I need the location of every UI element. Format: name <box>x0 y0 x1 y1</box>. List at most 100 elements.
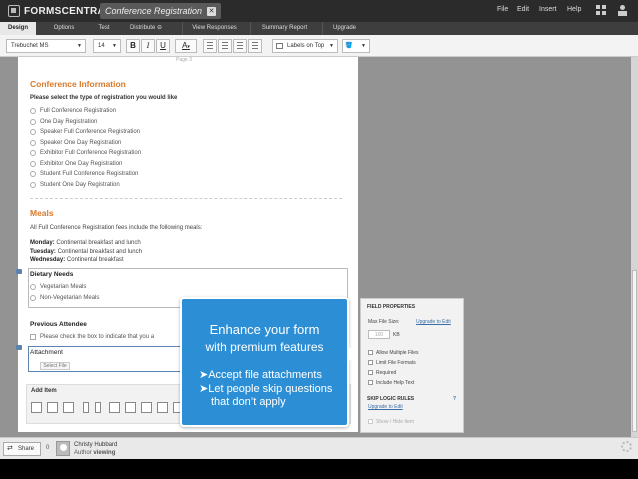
radio-button[interactable] <box>30 171 36 177</box>
bold-button[interactable]: B <box>126 39 140 53</box>
meal-day: Tuesday: <box>30 249 56 255</box>
list-field-icon[interactable] <box>141 402 152 413</box>
meal-line-monday[interactable]: Monday: Continental breakfast and lunch <box>30 240 141 246</box>
align-left-icon[interactable] <box>203 39 217 53</box>
align-right-icon[interactable] <box>233 39 247 53</box>
meal-text: Continental breakfast and lunch <box>54 240 141 246</box>
show-hide-checkbox[interactable] <box>368 419 373 424</box>
meals-intro[interactable]: All Full Conference Registration fees in… <box>30 225 202 231</box>
dietary-option[interactable]: Non-Vegetarian Meals <box>30 295 99 301</box>
text-color-button[interactable]: A▾ <box>175 39 197 53</box>
size-select[interactable]: 14 ▼ <box>93 39 121 53</box>
fill-color-button[interactable]: 🪣 ▼ <box>342 39 370 53</box>
tab-distribute[interactable]: Distribute ⊖ <box>126 22 166 35</box>
underline-button[interactable]: U <box>156 39 170 53</box>
top-bar: FORMSCENTRAL Conference Registration ✕ F… <box>0 0 638 22</box>
scrollbar-thumb[interactable] <box>632 270 637 432</box>
limit-file-formats-label: Limit File Formats <box>376 360 416 366</box>
upgrade-to-edit-link[interactable]: Upgrade to Edit <box>416 319 451 325</box>
stepper-field-icon[interactable] <box>95 402 101 413</box>
conference-heading[interactable]: Conference Information <box>30 79 126 89</box>
registration-option[interactable]: One Day Registration <box>30 119 97 125</box>
field-properties-heading: FIELD PROPERTIES <box>367 304 416 310</box>
radio-button[interactable] <box>30 295 36 301</box>
option-label: Non-Vegetarian Meals <box>40 295 100 301</box>
user-role: Author <box>74 450 92 456</box>
dropdown-field-icon[interactable] <box>125 402 136 413</box>
max-file-size-input[interactable]: 100 <box>368 330 390 339</box>
grid-icon[interactable] <box>596 5 607 16</box>
dietary-option[interactable]: Vegetarian Meals <box>30 284 86 290</box>
registration-option[interactable]: Student Full Conference Registration <box>30 171 138 177</box>
logo-text: FORMSCENTRAL <box>24 5 112 17</box>
registration-option[interactable]: Speaker One Day Registration <box>30 140 121 146</box>
email-field-icon[interactable] <box>157 402 168 413</box>
user-status: Author viewing <box>74 450 115 456</box>
meal-line-tuesday[interactable]: Tuesday: Continental breakfast and lunch <box>30 249 142 255</box>
tab-options[interactable]: Options <box>44 22 84 35</box>
include-help-text-checkbox[interactable] <box>368 380 373 385</box>
registration-question[interactable]: Please select the type of registration y… <box>30 95 177 101</box>
select-file-button[interactable]: Select File <box>40 362 70 370</box>
previous-attendee-label[interactable]: Previous Attendee <box>30 321 87 328</box>
labels-position-select[interactable]: Labels on Top ▼ <box>272 39 338 53</box>
table-field-icon[interactable] <box>63 402 74 413</box>
chevron-down-icon: ▼ <box>361 43 366 49</box>
registration-option[interactable]: Speaker Full Conference Registration <box>30 129 140 135</box>
document-tab[interactable]: Conference Registration ✕ <box>100 3 222 19</box>
tab-upgrade[interactable]: Upgrade <box>322 22 366 35</box>
menu-file[interactable]: File <box>497 6 508 13</box>
menu-insert[interactable]: Insert <box>539 6 557 13</box>
promo-bullet: ➤Accept file attachments <box>199 369 322 381</box>
font-select[interactable]: Trebuchet MS ▼ <box>6 39 86 53</box>
checkbox[interactable] <box>30 334 36 340</box>
chevron-down-icon: ▼ <box>112 43 117 49</box>
help-icon[interactable]: ? <box>453 396 456 402</box>
share-button[interactable]: Share <box>3 442 41 456</box>
tab-summary-report[interactable]: Summary Report <box>250 22 318 35</box>
option-label: Speaker One Day Registration <box>40 140 122 146</box>
attachment-label[interactable]: Attachment <box>30 349 63 356</box>
field-handle-icon[interactable] <box>16 345 22 350</box>
account-icon[interactable] <box>617 5 628 16</box>
required-checkbox[interactable] <box>368 370 373 375</box>
show-hide-label: Show / Hide Item <box>376 419 415 425</box>
kb-unit: KB <box>393 332 400 338</box>
registration-option[interactable]: Exhibitor Full Conference Registration <box>30 150 141 156</box>
radio-button[interactable] <box>30 284 36 290</box>
limit-file-formats-checkbox[interactable] <box>368 360 373 365</box>
single-line-field-icon[interactable] <box>31 402 42 413</box>
radio-button[interactable] <box>30 150 36 156</box>
radio-button[interactable] <box>30 108 36 114</box>
meals-heading[interactable]: Meals <box>30 208 54 218</box>
radio-button[interactable] <box>30 129 36 135</box>
paragraph-field-icon[interactable] <box>47 402 58 413</box>
radio-button[interactable] <box>30 140 36 146</box>
italic-button[interactable]: I <box>141 39 155 53</box>
registration-option[interactable]: Exhibitor One Day Registration <box>30 161 122 167</box>
option-label: Speaker Full Conference Registration <box>40 129 141 135</box>
tab-bar: Design Options Test Distribute ⊖ View Re… <box>0 22 638 35</box>
toggle-field-icon[interactable] <box>83 402 89 413</box>
menu-help[interactable]: Help <box>567 6 581 13</box>
skip-logic-upgrade-link[interactable]: Upgrade to Edit <box>368 404 403 410</box>
menu-edit[interactable]: Edit <box>517 6 529 13</box>
promo-bullet: ➤Let people skip questions <box>199 383 333 395</box>
tab-view-responses[interactable]: View Responses <box>182 22 246 35</box>
field-handle-icon[interactable] <box>16 269 22 274</box>
checkbox-field-icon[interactable] <box>109 402 120 413</box>
dietary-label[interactable]: Dietary Needs <box>30 271 73 278</box>
radio-button[interactable] <box>30 182 36 188</box>
registration-option[interactable]: Student One Day Registration <box>30 182 120 188</box>
previous-attendee-checkbox[interactable]: Please check the box to indicate that yo… <box>30 334 154 340</box>
tab-design[interactable]: Design <box>0 22 36 35</box>
align-justify-icon[interactable] <box>248 39 262 53</box>
close-icon[interactable]: ✕ <box>207 6 217 16</box>
meal-line-wednesday[interactable]: Wednesday: Continental breakfast <box>30 257 124 263</box>
allow-multiple-files-checkbox[interactable] <box>368 350 373 355</box>
radio-button[interactable] <box>30 161 36 167</box>
align-center-icon[interactable] <box>218 39 232 53</box>
tab-test[interactable]: Test <box>88 22 120 35</box>
radio-button[interactable] <box>30 119 36 125</box>
registration-option[interactable]: Full Conference Registration <box>30 108 116 114</box>
